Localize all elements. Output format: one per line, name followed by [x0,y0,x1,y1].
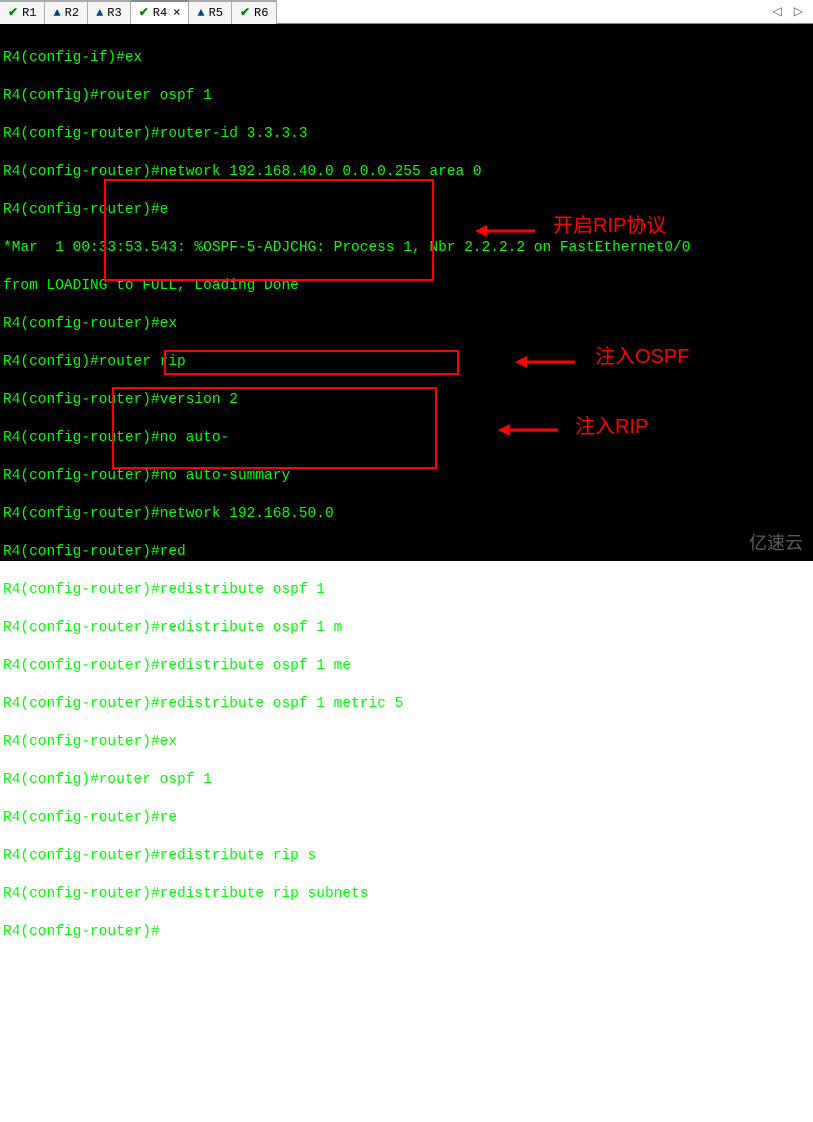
warn-icon: ▲ [53,6,60,20]
terminal-line: R4(config-router)#red [3,543,810,562]
tab-label: R5 [209,6,223,20]
tab-label: R6 [254,6,268,20]
tab-label: R3 [107,6,121,20]
tab-r4[interactable]: ✔ R4 × [131,0,190,24]
tab-label: R2 [65,6,79,20]
tab-label: R1 [22,6,36,20]
terminal-line: R4(config-router)#router-id 3.3.3.3 [3,125,810,144]
annotation-label-rip: 开启RIP协议 [553,217,666,236]
terminal-line: R4(config-router)#no auto- [3,429,810,448]
check-icon: ✔ [139,5,149,20]
terminal-line: R4(config-router)#redistribute rip s [3,847,810,866]
tab-bar: ✔ R1 ▲ R2 ▲ R3 ✔ R4 × ▲ R5 ✔ R6 ◁ ▷ [0,0,813,24]
terminal-line: R4(config-router)#redistribute ospf 1 [3,581,810,600]
arrow-icon [475,221,535,241]
tab-r3[interactable]: ▲ R3 [88,0,131,24]
tab-r6[interactable]: ✔ R6 [232,0,277,24]
terminal-line: R4(config-router)#network 192.168.40.0 0… [3,163,810,182]
terminal-line: R4(config-router)#redistribute ospf 1 m [3,619,810,638]
terminal-line: R4(config-router)#ex [3,733,810,752]
terminal-line: R4(config)#router rip [3,353,810,372]
terminal-line: from LOADING to FULL, Loading Done [3,277,810,296]
check-icon: ✔ [240,5,250,20]
terminal-line: R4(config-router)#network 192.168.50.0 [3,505,810,524]
tab-r2[interactable]: ▲ R2 [45,0,88,24]
close-icon[interactable]: × [173,6,180,20]
terminal-line: R4(config)#router ospf 1 [3,771,810,790]
terminal-line: R4(config-router)# [3,923,810,942]
tab-label: R4 [153,6,167,20]
terminal-line: R4(config-router)#e [3,201,810,220]
terminal-output[interactable]: R4(config-if)#ex R4(config)#router ospf … [0,24,813,561]
terminal-line: R4(config-if)#ex [3,49,810,68]
tab-r5[interactable]: ▲ R5 [189,0,232,24]
warn-icon: ▲ [96,6,103,20]
terminal-line: R4(config-router)#redistribute ospf 1 me… [3,695,810,714]
terminal-line: R4(config-router)#redistribute ospf 1 me [3,657,810,676]
tab-scroll-controls: ◁ ▷ [767,2,813,21]
terminal-line: R4(config-router)#no auto-summary [3,467,810,486]
warn-icon: ▲ [197,6,204,20]
tab-r1[interactable]: ✔ R1 [0,0,45,24]
terminal-line: R4(config-router)#re [3,809,810,828]
terminal-line: R4(config-router)#redistribute rip subne… [3,885,810,904]
terminal-line: R4(config-router)#ex [3,315,810,334]
annotation-box-rip [104,179,434,281]
terminal-line: R4(config)#router ospf 1 [3,87,810,106]
terminal-line: *Mar 1 00:33:53.543: %OSPF-5-ADJCHG: Pro… [3,239,810,258]
terminal-line: R4(config-router)#version 2 [3,391,810,410]
check-icon: ✔ [8,5,18,20]
scroll-left-icon[interactable]: ◁ [767,2,788,21]
scroll-right-icon[interactable]: ▷ [788,2,809,21]
